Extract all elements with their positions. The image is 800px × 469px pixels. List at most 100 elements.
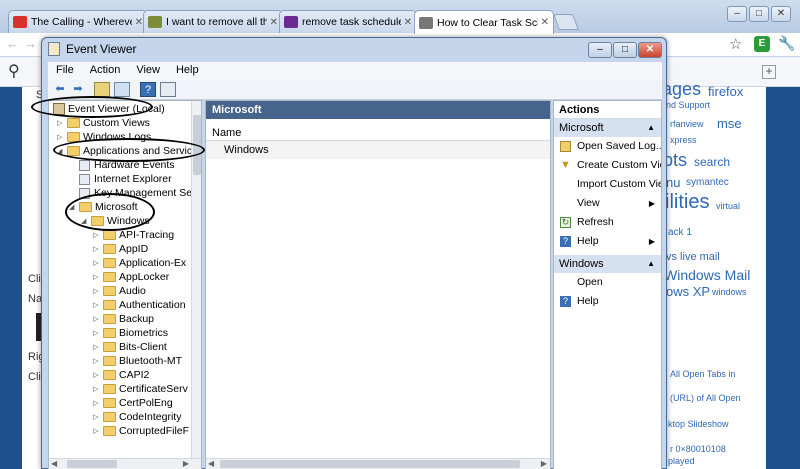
tree-horizontal-scrollbar[interactable]: ◀ ▶ [49,458,201,469]
minimize-button[interactable]: – [727,6,747,22]
close-icon[interactable]: ✕ [270,17,278,28]
search-icon[interactable]: ⚲ [8,61,20,81]
tag-cloud-link[interactable]: virtual [716,201,740,211]
expand-arrow-icon[interactable]: ▷ [93,315,101,323]
page-link[interactable]: ktop Slideshow [668,419,729,429]
menu-help[interactable]: Help [168,62,207,80]
tag-cloud-link[interactable]: ilities [665,191,709,214]
results-horizontal-scrollbar[interactable]: ◀ ▶ [206,458,550,469]
collapse-arrow-icon[interactable]: ▲ [647,119,655,137]
action-create-custom-view[interactable]: ▼ Create Custom View... [554,156,661,175]
tag-cloud-link[interactable]: search [694,155,730,169]
browser-tab[interactable]: remove task scheduler ✕ [279,10,417,33]
tree-node[interactable]: ▷ CodeIntegrity [93,410,181,424]
forward-icon[interactable]: → [24,36,37,51]
tag-cloud-link[interactable]: ows XP [666,284,710,299]
expand-arrow-icon[interactable]: ▷ [93,259,101,267]
tag-cloud-link[interactable]: nu [666,175,680,190]
tag-cloud-link[interactable]: nd Support [666,100,710,110]
actions-section-windows[interactable]: Windows ▲ [554,255,661,273]
expand-arrow-icon[interactable]: ▷ [93,385,101,393]
action-view[interactable]: View ▶ [554,194,661,213]
scroll-left-icon[interactable]: ◀ [51,459,57,468]
scroll-thumb[interactable] [67,460,117,468]
close-button[interactable]: ✕ [771,6,791,22]
collapse-arrow-icon[interactable]: ▲ [647,255,655,273]
tag-cloud-link[interactable]: ack 1 [668,227,692,238]
action-help[interactable]: ? Help [554,292,661,311]
close-button[interactable]: ✕ [638,42,662,58]
menu-action[interactable]: Action [82,62,129,80]
expand-arrow-icon[interactable]: ▷ [93,427,101,435]
tree-node[interactable]: ▷ Bluetooth-MT [93,354,182,368]
tree-node[interactable]: ▷ Audio [93,284,146,298]
page-link[interactable]: All Open Tabs in [670,369,735,379]
close-icon[interactable]: ✕ [135,17,143,28]
action-help[interactable]: ? Help ▶ [554,232,661,251]
tag-cloud-link[interactable]: Windows Mail [664,267,750,283]
tree-node[interactable]: ▷ Application-Ex [93,256,186,270]
tag-cloud-link[interactable]: xpress [670,135,697,145]
scroll-right-icon[interactable]: ▶ [183,459,189,468]
back-icon[interactable]: ← [6,36,19,51]
maximize-button[interactable]: □ [613,42,637,58]
expand-arrow-icon[interactable]: ▷ [93,413,101,421]
close-icon[interactable]: ✕ [541,17,549,28]
scroll-right-icon[interactable]: ▶ [541,459,547,468]
expand-arrow-icon[interactable]: ▷ [93,287,101,295]
action-open-saved-log[interactable]: Open Saved Log... [554,137,661,156]
column-header-name[interactable]: Name [206,125,550,141]
wrench-icon[interactable]: 🔧 [778,35,795,52]
window-title-bar[interactable]: Event Viewer – □ ✕ [42,38,666,60]
list-item[interactable]: Windows [206,141,550,159]
expand-arrow-icon[interactable]: ▷ [93,231,101,239]
tree-node[interactable]: ▷ Authentication [93,298,186,312]
expand-arrow-icon[interactable]: ▷ [93,245,101,253]
tree-node[interactable]: ▷ Bits-Client [93,340,167,354]
tree-node[interactable]: ▷ Biometrics [93,326,168,340]
expand-arrow-icon[interactable]: ▷ [93,273,101,281]
tree-node[interactable]: ▷ CertPolEng [93,396,173,410]
help-icon[interactable]: ? [140,82,156,97]
extension-icon[interactable]: E [754,36,770,52]
show-hide-action-pane-icon[interactable] [160,82,176,97]
close-icon[interactable]: ✕ [404,17,412,28]
minimize-button[interactable]: – [588,42,612,58]
browser-tab[interactable]: I want to remove all the ✕ [143,10,283,33]
forward-icon[interactable]: ➡ [70,82,86,97]
action-open[interactable]: Open [554,273,661,292]
expand-arrow-icon[interactable]: ▷ [57,133,65,141]
expand-arrow-icon[interactable]: ▷ [93,371,101,379]
tree-node[interactable]: ▷ AppLocker [93,270,169,284]
browser-tab[interactable]: The Calling - Wherever ✕ [8,10,148,33]
scroll-left-icon[interactable]: ◀ [208,459,214,468]
maximize-button[interactable]: □ [749,6,769,22]
action-import-custom-view[interactable]: Import Custom View... [554,175,661,194]
expand-arrow-icon[interactable]: ▷ [93,301,101,309]
scroll-thumb[interactable] [220,460,520,468]
action-refresh[interactable]: ↻ Refresh [554,213,661,232]
tree-node[interactable]: ▷ CAPI2 [93,368,149,382]
tag-cloud-link[interactable]: symantec [686,177,729,188]
expand-arrow-icon[interactable]: ▷ [93,343,101,351]
tree-node[interactable]: ▷ AppID [93,242,148,256]
tree-node[interactable]: ▷ Backup [93,312,154,326]
bookmark-star-icon[interactable]: ☆ [729,35,742,53]
page-link[interactable]: (URL) of All Open [670,393,741,403]
tag-cloud-link[interactable]: mse [717,116,742,131]
tag-cloud-link[interactable]: windows [712,287,747,297]
tree-node[interactable]: ▷ CertificateServ [93,382,188,396]
back-icon[interactable]: ⬅ [52,82,68,97]
show-hide-tree-icon[interactable] [114,82,130,97]
expand-arrow-icon[interactable]: ▷ [93,329,101,337]
tree-node-custom-views[interactable]: ▷ Custom Views [57,116,150,130]
new-tab-button[interactable] [553,14,579,30]
tag-cloud-link[interactable]: ages [662,79,701,100]
tag-cloud-link[interactable]: rfanview [670,119,704,129]
up-folder-icon[interactable] [94,82,110,97]
expand-arrow-icon[interactable]: ▷ [93,357,101,365]
menu-file[interactable]: File [48,62,82,80]
tag-cloud-link[interactable]: vs live mail [666,251,720,263]
actions-section-microsoft[interactable]: Microsoft ▲ [554,119,661,137]
tag-cloud-link[interactable]: firefox [708,84,743,99]
